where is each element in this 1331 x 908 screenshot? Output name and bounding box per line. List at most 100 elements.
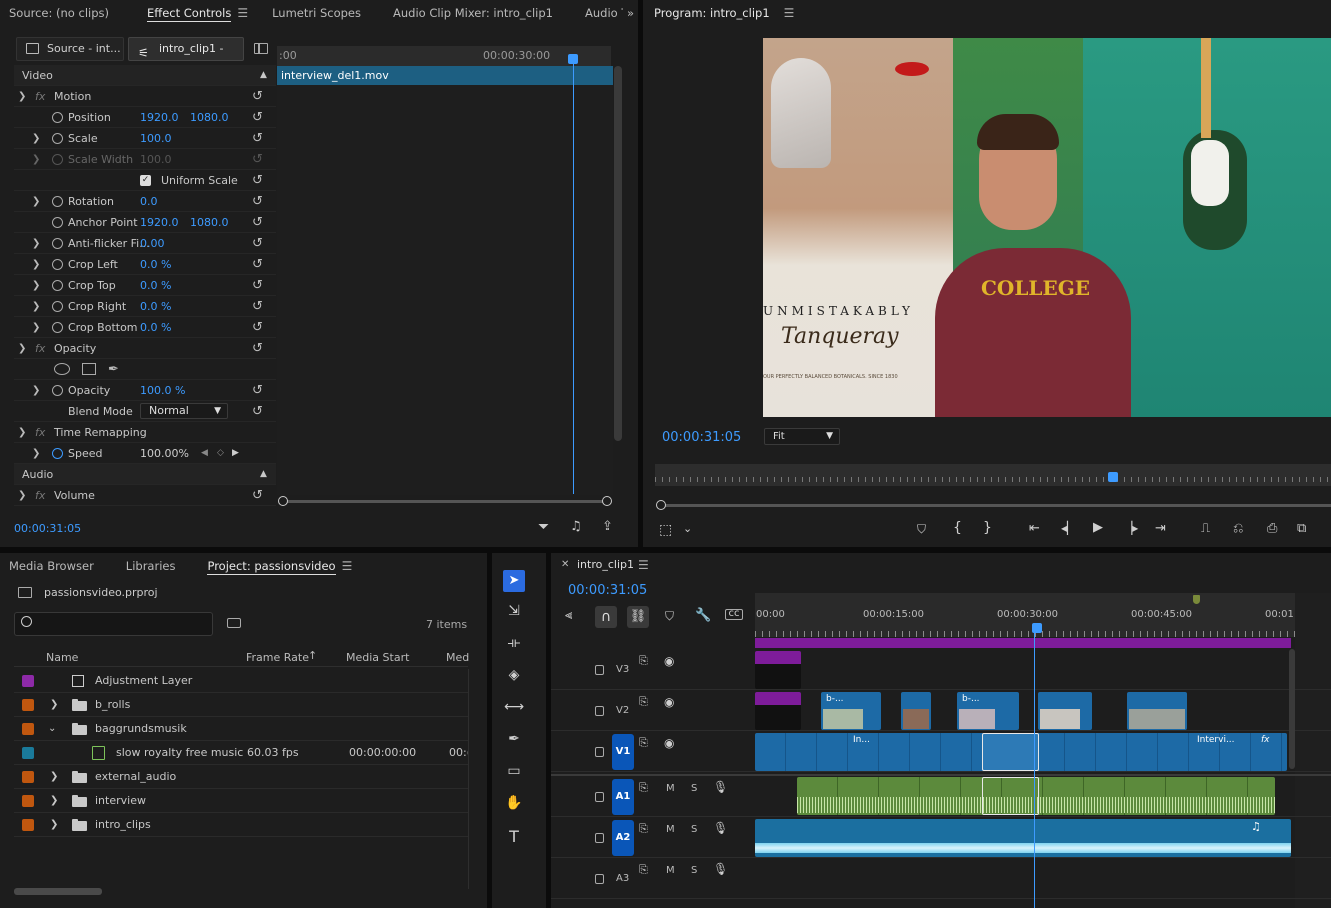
ec-row-opacity-group[interactable]: ❯ fx Opacity ↺ (14, 338, 276, 359)
expand-chevron-icon[interactable]: ❯ (32, 443, 40, 464)
uniform-scale-checkbox[interactable]: ✓ (140, 175, 151, 186)
lock-icon[interactable] (595, 706, 604, 716)
reset-icon[interactable]: ↺ (252, 296, 263, 317)
label-color-swatch[interactable] (22, 771, 34, 783)
ec-row-position[interactable]: Position 1920.0 1080.0 ↺ (14, 107, 276, 128)
eye-icon[interactable]: ◉ (664, 736, 674, 750)
panel-menu-icon[interactable]: ☰ (237, 6, 248, 20)
expand-chevron-icon[interactable]: ❯ (32, 296, 40, 317)
rotation-value[interactable]: 0.0 (140, 191, 158, 212)
program-zoom-bar[interactable] (661, 504, 1331, 507)
expand-chevron-icon[interactable]: ❯ (32, 254, 40, 275)
sequence-subtab[interactable]: ⚟ intro_clip1 - in... (128, 37, 244, 77)
ec-row-anti-flicker[interactable]: ❯ Anti-flicker Fi... 0.00 ↺ (14, 233, 276, 254)
timeline-timecode[interactable]: 00:00:31:05 (568, 583, 647, 598)
ec-row-crop-top[interactable]: ❯ Crop Top 0.0 % ↺ (14, 275, 276, 296)
chevron-down-icon[interactable]: ⌄ (683, 522, 692, 535)
project-item-baggrundsmusik[interactable]: ⌄ baggrundsmusik (14, 717, 468, 741)
ec-row-motion[interactable]: ❯ fx Motion ↺ (14, 86, 276, 107)
ec-clip-bar[interactable]: interview_del1.mov (277, 66, 613, 85)
expand-chevron-icon[interactable]: ❯ (18, 485, 26, 506)
go-to-out-icon[interactable]: ⇥ (1155, 521, 1166, 536)
next-keyframe-icon[interactable]: ▶ (232, 443, 239, 464)
collapse-chevron-icon[interactable]: ⌄ (48, 717, 56, 741)
anchor-x-value[interactable]: 1920.0 (140, 212, 179, 233)
timeline-v-scrollbar[interactable] (1289, 649, 1295, 769)
sequence-tab-name[interactable]: intro_clip1 (577, 558, 634, 571)
program-zoom-handle[interactable] (656, 500, 666, 510)
lift-icon[interactable]: ⎍ (1201, 521, 1210, 536)
reset-icon[interactable]: ↺ (252, 86, 263, 107)
expand-chevron-icon[interactable]: ❯ (50, 693, 58, 717)
ec-row-crop-left[interactable]: ❯ Crop Left 0.0 % ↺ (14, 254, 276, 275)
col-name[interactable]: Name (46, 651, 78, 664)
adjustment-clip-v2[interactable] (755, 692, 801, 730)
microphone-icon[interactable]: 🎙 (713, 862, 728, 876)
go-to-in-icon[interactable]: ⇤ (1029, 521, 1040, 536)
stopwatch-icon[interactable] (52, 448, 63, 459)
safe-margins-icon[interactable]: ⬚ (659, 522, 672, 538)
play-icon[interactable]: ▶ (1093, 520, 1103, 535)
stopwatch-icon[interactable] (52, 112, 63, 123)
tab-media-browser[interactable]: Media Browser (0, 553, 103, 579)
type-tool-icon[interactable]: T (503, 827, 525, 846)
panel-menu-icon[interactable]: ☰ (638, 558, 649, 572)
slip-tool-icon[interactable]: ⟷ (503, 699, 525, 715)
fit-select[interactable]: Fit ▼ (764, 428, 840, 445)
crop-right-value[interactable]: 0.0 % (140, 296, 171, 317)
reset-icon[interactable]: ↺ (252, 107, 263, 128)
panel-menu-icon[interactable]: ☰ (784, 6, 795, 20)
fx-icon[interactable]: fx (35, 485, 45, 506)
position-x-value[interactable]: 1920.0 (140, 107, 179, 128)
col-media-start[interactable]: Media Start (346, 651, 409, 664)
sync-lock-icon[interactable]: ⎘ (639, 863, 648, 877)
ec-row-time-remapping[interactable]: ❯ fx Time Remapping (14, 422, 276, 443)
ec-zoom-handle-left[interactable] (278, 496, 288, 506)
fx-icon[interactable]: fx (35, 422, 45, 443)
program-video-frame[interactable]: UNMISTAKABLY Tanqueray OUR PERFECTLY BAL… (763, 38, 1331, 417)
stopwatch-icon[interactable] (52, 133, 63, 144)
solo-button[interactable]: S (691, 783, 697, 794)
step-back-icon[interactable]: ◂▏ (1061, 521, 1076, 535)
ripple-edit-tool-icon[interactable]: ⟛ (503, 635, 525, 651)
ec-row-uniform-scale[interactable]: ✓ Uniform Scale ↺ (14, 170, 276, 191)
crop-bottom-value[interactable]: 0.0 % (140, 317, 171, 338)
wrench-icon[interactable]: 🔧 (695, 608, 711, 623)
reset-icon[interactable]: ↺ (252, 170, 263, 191)
broll-clip[interactable] (1038, 692, 1092, 730)
ec-row-opacity[interactable]: ❯ Opacity 100.0 % ↺ (14, 380, 276, 401)
collapse-video-icon[interactable]: ▲ (260, 65, 267, 86)
expand-chevron-icon[interactable]: ❯ (32, 317, 40, 338)
lock-icon[interactable] (595, 792, 604, 802)
tab-lumetri-scopes[interactable]: Lumetri Scopes (263, 0, 370, 26)
stopwatch-icon[interactable] (52, 196, 63, 207)
opacity-value[interactable]: 100.0 % (140, 380, 185, 401)
stopwatch-icon[interactable] (52, 322, 63, 333)
broll-clip[interactable]: b-... (821, 692, 881, 730)
new-bin-search-icon[interactable] (227, 618, 241, 628)
export-icon[interactable]: ⇪ (602, 519, 613, 534)
reset-icon[interactable]: ↺ (252, 380, 263, 401)
collapse-chevron-icon[interactable]: ❯ (18, 422, 26, 443)
source-subtab[interactable]: Source - int... (16, 37, 124, 61)
mute-button[interactable]: M (666, 865, 675, 876)
eye-icon[interactable]: ◉ (664, 654, 674, 668)
mute-button[interactable]: M (666, 783, 675, 794)
ec-row-anchor-point[interactable]: Anchor Point 1920.0 1080.0 ↺ (14, 212, 276, 233)
timeline-ruler[interactable]: 00:00 00:00:15:00 00:00:30:00 00:00:45:0… (755, 593, 1326, 637)
ec-mini-timeline[interactable]: :00 00:00:30:00 (277, 46, 611, 66)
solo-button[interactable]: S (691, 865, 697, 876)
timeline-marker-icon[interactable] (1193, 595, 1200, 604)
anchor-y-value[interactable]: 1080.0 (190, 212, 229, 233)
selection-tool-icon[interactable]: ➤ (503, 570, 525, 592)
solo-button[interactable]: S (691, 824, 697, 835)
reset-icon[interactable]: ↺ (252, 401, 263, 422)
pen-tool-icon[interactable]: ✒ (503, 731, 525, 747)
export-frame-icon[interactable]: ⎙ (1267, 521, 1277, 536)
track-target-a2[interactable]: A2 (612, 820, 634, 856)
stopwatch-icon[interactable] (52, 385, 63, 396)
ellipse-mask-icon[interactable] (54, 363, 70, 375)
snap-toggle-icon[interactable]: ∩ (595, 606, 617, 628)
lock-icon[interactable] (595, 874, 604, 884)
stopwatch-icon[interactable] (52, 238, 63, 249)
